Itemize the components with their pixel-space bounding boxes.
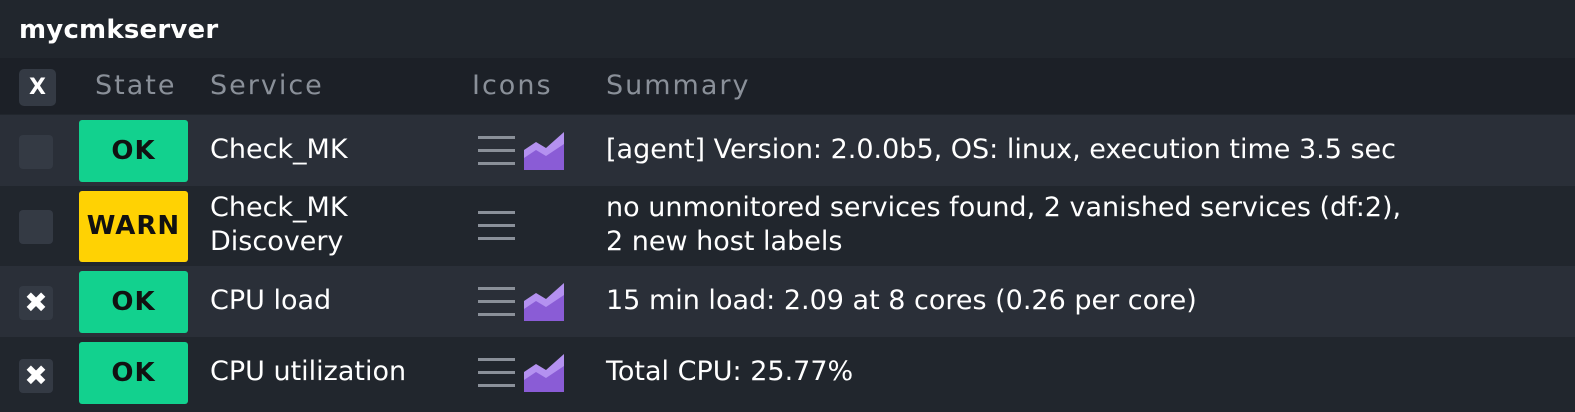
column-header-state[interactable]: State bbox=[95, 58, 176, 114]
column-header-service[interactable]: Service bbox=[210, 58, 324, 114]
state-badge: OK bbox=[79, 342, 188, 404]
graph-icon[interactable] bbox=[524, 283, 564, 321]
service-name-line: Check_MK bbox=[210, 192, 348, 223]
graph-icon[interactable] bbox=[524, 354, 564, 392]
service-name-link[interactable]: CPU load bbox=[210, 284, 331, 318]
summary-text: [agent] Version: 2.0.0b5, OS: linux, exe… bbox=[606, 133, 1396, 167]
host-name-title[interactable]: mycmkserver bbox=[19, 12, 218, 48]
summary-line: 2 new host labels bbox=[606, 226, 843, 257]
service-name-line: CPU utilization bbox=[210, 356, 407, 387]
row-checkbox[interactable] bbox=[19, 210, 53, 244]
menu-icon[interactable] bbox=[478, 287, 515, 317]
summary-line: Total CPU: 25.77% bbox=[606, 356, 854, 387]
summary-line: no unmonitored services found, 2 vanishe… bbox=[606, 192, 1402, 223]
service-name-line: Check_MK bbox=[210, 134, 348, 165]
state-badge: OK bbox=[79, 271, 188, 333]
state-badge: WARN bbox=[79, 191, 188, 262]
summary-line: 15 min load: 2.09 at 8 cores (0.26 per c… bbox=[606, 285, 1197, 316]
graph-icon[interactable] bbox=[524, 132, 564, 170]
column-header-icons: Icons bbox=[472, 70, 553, 101]
summary-text: 15 min load: 2.09 at 8 cores (0.26 per c… bbox=[606, 284, 1197, 318]
host-services-panel: mycmkserver X State Service Icons Summar… bbox=[0, 0, 1575, 412]
state-badge: OK bbox=[79, 120, 188, 182]
column-header-summary[interactable]: Summary bbox=[606, 58, 750, 114]
row-checkbox[interactable] bbox=[19, 135, 53, 169]
table-row: ✖ OK CPU utilization Total CPU: 25.77% bbox=[0, 337, 1575, 412]
row-checkbox-checked[interactable]: ✖ bbox=[19, 286, 53, 320]
service-name-line: CPU load bbox=[210, 285, 332, 316]
summary-text: Total CPU: 25.77% bbox=[606, 355, 853, 389]
table-header: X State Service Icons Summary bbox=[0, 58, 1575, 114]
service-name-link[interactable]: Check_MK bbox=[210, 133, 348, 167]
summary-line: [agent] Version: 2.0.0b5, OS: linux, exe… bbox=[606, 134, 1397, 165]
service-name-line: Discovery bbox=[210, 226, 344, 257]
service-name-link[interactable]: Check_MK Discovery bbox=[210, 191, 348, 259]
toggle-all-checkboxes-button[interactable]: X bbox=[19, 69, 56, 106]
menu-icon[interactable] bbox=[478, 136, 515, 166]
menu-icon[interactable] bbox=[478, 358, 515, 388]
row-checkbox-checked[interactable]: ✖ bbox=[19, 359, 53, 393]
table-row: ✖ OK CPU load 15 min load: 2.09 at 8 cor… bbox=[0, 266, 1575, 337]
summary-text: no unmonitored services found, 2 vanishe… bbox=[606, 191, 1401, 259]
table-row: OK Check_MK [agent] Version: 2.0.0b5, OS… bbox=[0, 115, 1575, 186]
menu-icon[interactable] bbox=[478, 211, 515, 241]
table-row: WARN Check_MK Discovery no unmonitored s… bbox=[0, 186, 1575, 266]
service-name-link[interactable]: CPU utilization bbox=[210, 355, 406, 389]
